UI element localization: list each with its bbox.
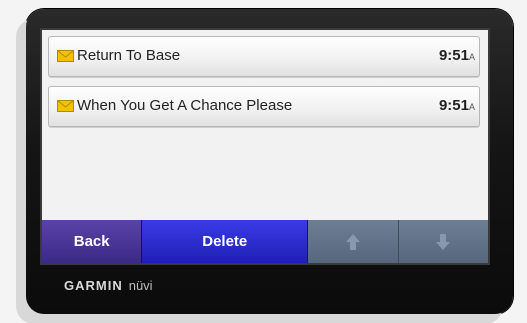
message-list: Return To Base 9:51A When You Get A Chan… — [48, 36, 480, 136]
message-time-ampm: A — [468, 102, 475, 112]
scroll-down-button[interactable] — [398, 220, 488, 263]
delete-button[interactable]: Delete — [142, 220, 309, 263]
arrow-up-icon — [345, 233, 360, 250]
message-time: 9:51A — [439, 97, 475, 114]
device-screen: Return To Base 9:51A When You Get A Chan… — [40, 28, 490, 265]
message-row[interactable]: Return To Base 9:51A — [48, 36, 480, 77]
brand-name: GARMIN — [64, 278, 123, 293]
arrow-down-icon — [436, 233, 451, 250]
bottom-toolbar: Back Delete — [42, 220, 488, 263]
model-name: nüvi — [128, 278, 153, 293]
back-button[interactable]: Back — [42, 220, 143, 263]
scroll-up-button[interactable] — [308, 220, 399, 263]
message-row[interactable]: When You Get A Chance Please 9:51A — [48, 86, 480, 127]
message-time-ampm: A — [468, 52, 475, 62]
device-brand-label: GARMIN nüvi — [64, 278, 153, 293]
message-time-value: 9:51 — [438, 47, 469, 64]
message-title: Return To Base — [77, 47, 181, 64]
envelope-icon — [57, 50, 74, 62]
message-title: When You Get A Chance Please — [77, 97, 293, 114]
envelope-icon — [57, 100, 74, 112]
message-time-value: 9:51 — [438, 97, 469, 114]
message-time: 9:51A — [439, 47, 475, 64]
